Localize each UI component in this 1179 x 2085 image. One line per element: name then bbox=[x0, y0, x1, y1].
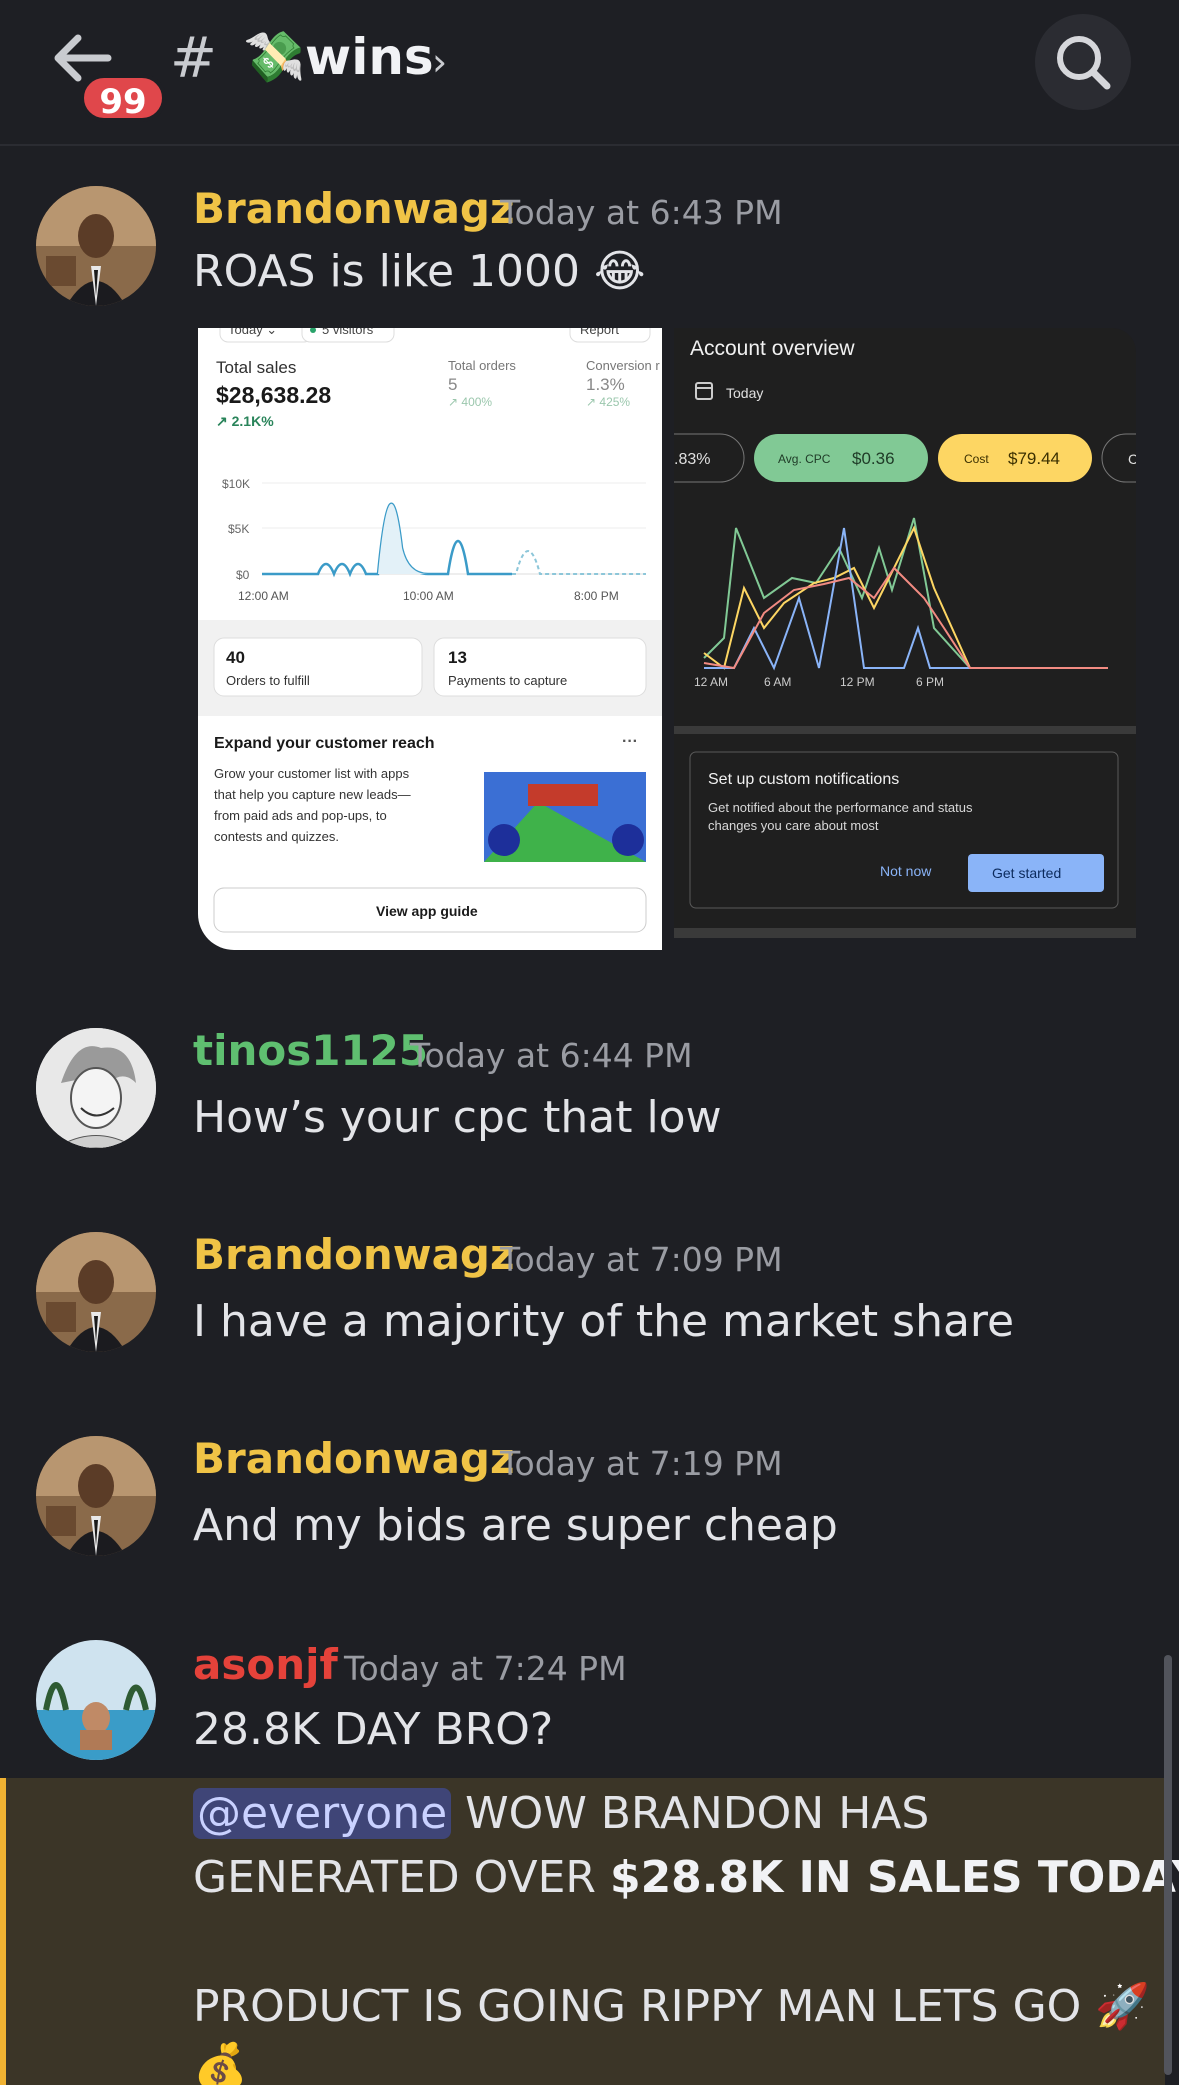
svg-text:$0.36: $0.36 bbox=[852, 449, 895, 468]
more-icon: ··· bbox=[622, 733, 638, 750]
highlight-line-3: PRODUCT IS GOING RIPPY MAN LETS GO 🚀 bbox=[193, 1981, 1151, 2032]
calendar-icon bbox=[695, 382, 713, 400]
not-now-button[interactable]: Not now bbox=[880, 863, 932, 879]
y-tick: $5K bbox=[228, 522, 249, 536]
username[interactable]: Brandonwagz bbox=[193, 1230, 514, 1279]
svg-text:from paid ads and pop-ups, to: from paid ads and pop-ups, to bbox=[214, 808, 387, 823]
orders-to-fulfill-label: Orders to fulfill bbox=[226, 673, 310, 688]
username[interactable]: asonjf bbox=[193, 1640, 338, 1689]
username[interactable]: tinos1125 bbox=[193, 1026, 428, 1075]
conversion-label: Conversion r bbox=[586, 358, 660, 373]
series-orange bbox=[703, 566, 1108, 670]
svg-text:contests and quizzes.: contests and quizzes. bbox=[214, 829, 339, 844]
svg-text:changes you care about most: changes you care about most bbox=[708, 818, 879, 833]
total-sales-change: ↗ 2.1K% bbox=[216, 413, 274, 429]
timestamp: Today at 7:24 PM bbox=[344, 1649, 627, 1688]
x-tick: 12 AM bbox=[694, 675, 728, 689]
timestamp: Today at 6:43 PM bbox=[500, 193, 783, 232]
report-button: Report bbox=[580, 328, 619, 337]
x-tick: 10:00 AM bbox=[403, 589, 454, 603]
chevron-right-icon[interactable]: › bbox=[432, 40, 447, 84]
svg-text:that help you capture new lead: that help you capture new leads— bbox=[214, 787, 411, 802]
username[interactable]: Brandonwagz bbox=[193, 1434, 514, 1483]
orders-change: ↗ 400% bbox=[448, 395, 492, 409]
payments-count: 13 bbox=[448, 648, 467, 667]
timestamp: Today at 7:09 PM bbox=[500, 1240, 783, 1279]
x-tick: 12 PM bbox=[840, 675, 875, 689]
scrollbar[interactable] bbox=[1164, 1655, 1172, 2075]
y-tick: $0 bbox=[236, 568, 250, 582]
x-tick: 12:00 AM bbox=[238, 589, 289, 603]
avatar[interactable] bbox=[36, 1232, 156, 1352]
shopify-screenshot[interactable]: Today ⌄ 5 visitors Report Total sales $2… bbox=[198, 328, 662, 950]
svg-text:Get notified about the perform: Get notified about the performance and s… bbox=[708, 800, 973, 815]
avatar[interactable] bbox=[36, 1640, 156, 1760]
message-text: How’s your cpc that low bbox=[193, 1092, 722, 1143]
svg-text:Grow your customer list with a: Grow your customer list with apps bbox=[214, 766, 410, 781]
y-tick: $10K bbox=[222, 477, 250, 491]
avatar[interactable] bbox=[36, 1028, 156, 1148]
orders-value: 5 bbox=[448, 375, 457, 394]
metric-chip-partial: .83% bbox=[674, 451, 710, 468]
timestamp: Today at 6:44 PM bbox=[410, 1036, 693, 1075]
channel-name[interactable]: wins bbox=[305, 28, 434, 86]
money-bag-emoji: 💰 bbox=[193, 2041, 248, 2085]
message-text: And my bids are super cheap bbox=[193, 1500, 838, 1551]
expand-title: Expand your customer reach bbox=[214, 735, 435, 752]
series-green bbox=[703, 517, 971, 669]
orders-to-fulfill-count: 40 bbox=[226, 648, 245, 667]
message-text: 28.8K DAY BRO? bbox=[193, 1704, 554, 1755]
avatar[interactable] bbox=[36, 1436, 156, 1556]
svg-text:C: C bbox=[1128, 451, 1136, 467]
everyone-mention[interactable]: @everyone bbox=[193, 1788, 452, 1839]
timestamp: Today at 7:19 PM bbox=[500, 1444, 783, 1483]
svg-text:Get started: Get started bbox=[992, 865, 1061, 881]
total-sales-value: $28,638.28 bbox=[216, 382, 331, 408]
view-app-guide-button[interactable]: View app guide bbox=[376, 903, 478, 919]
payments-label: Payments to capture bbox=[448, 673, 567, 688]
visitors-pill: 5 visitors bbox=[322, 328, 374, 337]
highlight-line-1: @everyone WOW BRANDON HAS bbox=[193, 1788, 929, 1839]
account-overview-title: Account overview bbox=[690, 337, 855, 360]
svg-text:Cost: Cost bbox=[964, 452, 989, 466]
x-tick: 8:00 PM bbox=[574, 589, 619, 603]
x-tick: 6 AM bbox=[764, 675, 791, 689]
money-wings-emoji: 💸 bbox=[243, 28, 306, 86]
avatar[interactable] bbox=[36, 186, 156, 306]
x-tick: 6 PM bbox=[916, 675, 944, 689]
comparison-line bbox=[512, 550, 646, 575]
hash-icon: # bbox=[170, 26, 217, 91]
message-text: ROAS is like 1000 😂 bbox=[193, 246, 646, 297]
total-sales-label: Total sales bbox=[216, 358, 296, 377]
filter-today: Today ⌄ bbox=[228, 328, 277, 337]
orders-label: Total orders bbox=[448, 358, 516, 373]
message-text: I have a majority of the market share bbox=[193, 1296, 1015, 1347]
svg-text:$79.44: $79.44 bbox=[1008, 449, 1060, 468]
conversion-change: ↗ 425% bbox=[586, 395, 630, 409]
unread-badge: 99 bbox=[80, 74, 166, 122]
google-ads-screenshot[interactable]: Account overview Today .83% Avg. CPC $0.… bbox=[674, 328, 1136, 938]
username[interactable]: Brandonwagz bbox=[193, 184, 514, 233]
conversion-value: 1.3% bbox=[586, 375, 625, 394]
highlight-line-2: GENERATED OVER $28.8K IN SALES TODAY. bbox=[193, 1852, 1179, 1903]
date-range: Today bbox=[726, 385, 763, 401]
search-icon[interactable] bbox=[1035, 14, 1131, 110]
channel-header: 99 # 💸 wins › bbox=[0, 0, 1179, 146]
svg-text:Avg. CPC: Avg. CPC bbox=[778, 452, 831, 466]
notif-title: Set up custom notifications bbox=[708, 771, 899, 788]
